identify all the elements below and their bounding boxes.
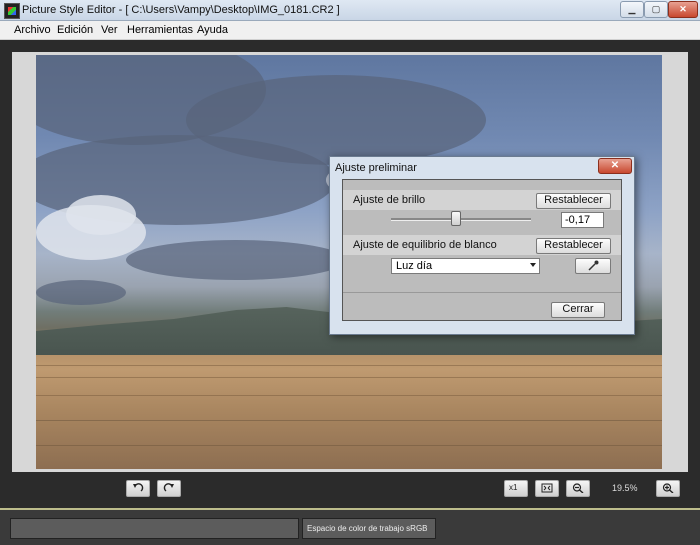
zoom-level: 19.5%	[612, 483, 638, 493]
dialog-body: Ajuste de brillo Restablecer -0,17 Ajust…	[342, 179, 622, 321]
rotate-left-icon	[133, 483, 144, 492]
zoom-out-icon	[572, 483, 584, 493]
dialog-close-button[interactable]: ✕	[598, 158, 632, 174]
menu-herramientas[interactable]: Herramientas	[127, 24, 193, 36]
eyedropper-icon	[588, 260, 599, 271]
actual-size-button[interactable]: x1	[504, 480, 528, 497]
fit-screen-icon	[541, 483, 553, 493]
preview-adjust-dialog: Ajuste preliminar ✕ Ajuste de brillo Res…	[329, 156, 635, 335]
chevron-down-icon	[530, 263, 536, 267]
dialog-title: Ajuste preliminar	[335, 162, 417, 174]
fit-screen-button[interactable]	[535, 480, 559, 497]
brightness-reset-button[interactable]: Restablecer	[536, 193, 611, 209]
status-panel-colorspace: Espacio de color de trabajo sRGB	[302, 518, 436, 539]
brightness-label: Ajuste de brillo	[353, 194, 426, 206]
menu-bar: Archivo Edición Ver Herramientas Ayuda	[0, 21, 700, 40]
zoom-out-button[interactable]	[566, 480, 590, 497]
status-panel-left	[10, 518, 299, 539]
app-icon	[4, 3, 20, 19]
menu-ver[interactable]: Ver	[101, 24, 118, 36]
title-bar: Picture Style Editor - [ C:\Users\Vampy\…	[0, 0, 700, 21]
bottom-toolbar: x1 19.5%	[0, 478, 700, 508]
brightness-value-input[interactable]: -0,17	[561, 212, 604, 228]
rotate-right-button[interactable]	[157, 480, 181, 497]
minimize-button[interactable]: ▁	[620, 1, 644, 18]
white-balance-row: Ajuste de equilibrio de blanco Restablec…	[343, 235, 621, 255]
white-balance-selected: Luz día	[396, 260, 433, 272]
white-balance-label: Ajuste de equilibrio de blanco	[353, 239, 497, 251]
maximize-button[interactable]: ▢	[644, 1, 668, 18]
brightness-slider-thumb[interactable]	[451, 211, 462, 226]
close-dialog-button[interactable]: Cerrar	[551, 302, 605, 318]
menu-archivo[interactable]: Archivo	[14, 24, 51, 36]
white-balance-reset-button[interactable]: Restablecer	[536, 238, 611, 254]
actual-size-label: x1	[509, 483, 518, 492]
menu-edicion[interactable]: Edición	[57, 24, 93, 36]
color-space-status: Espacio de color de trabajo sRGB	[307, 524, 428, 533]
zoom-in-icon	[662, 483, 674, 493]
zoom-in-button[interactable]	[656, 480, 680, 497]
brightness-row: Ajuste de brillo Restablecer	[343, 190, 621, 210]
rotate-right-icon	[163, 483, 174, 492]
rotate-left-button[interactable]	[126, 480, 150, 497]
menu-ayuda[interactable]: Ayuda	[197, 24, 228, 36]
close-button[interactable]: ✕	[668, 1, 698, 18]
window-title: Picture Style Editor - [ C:\Users\Vampy\…	[22, 4, 340, 16]
status-bar: Espacio de color de trabajo sRGB	[0, 510, 700, 545]
white-balance-select[interactable]: Luz día	[391, 258, 540, 274]
eyedropper-button[interactable]	[575, 258, 611, 274]
